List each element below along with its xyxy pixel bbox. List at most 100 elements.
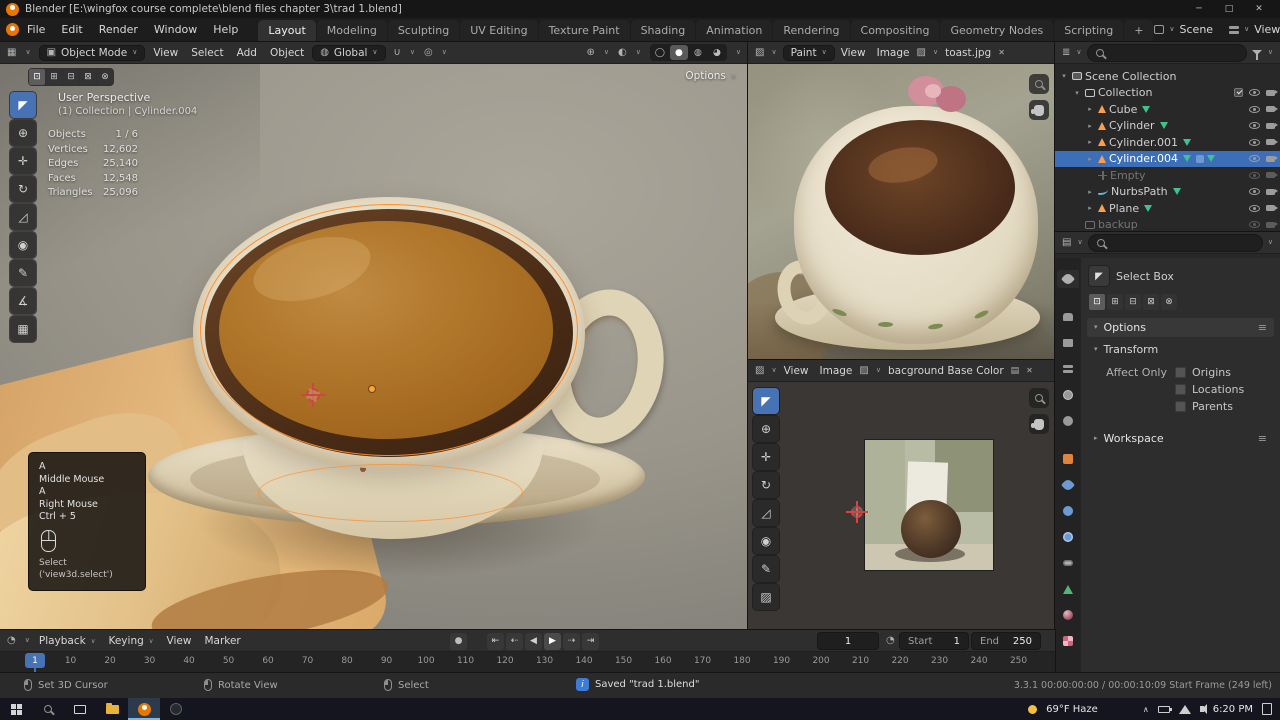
timeline-menu[interactable]: Keying xyxy=(108,635,153,647)
move-tool[interactable]: ✛ xyxy=(753,444,779,470)
workspace-tab[interactable]: Sculpting xyxy=(387,19,460,42)
shading-solid[interactable]: ● xyxy=(669,45,688,60)
paint-mode-dropdown[interactable]: Paint ∨ xyxy=(783,45,834,60)
panel-menu-icon[interactable]: ≡ xyxy=(1258,432,1267,445)
zoom-button[interactable] xyxy=(1029,74,1049,94)
pack-image-button[interactable]: ▤ xyxy=(1011,366,1020,376)
2d-cursor[interactable] xyxy=(846,501,868,523)
mode-dropdown[interactable]: ▣ Object Mode ∨ xyxy=(39,45,145,60)
workspace-tab[interactable]: Animation xyxy=(696,19,773,42)
checkbox[interactable] xyxy=(1175,401,1186,412)
scene-selector[interactable]: ∨ Scene xyxy=(1154,23,1213,36)
hide-viewport-toggle[interactable] xyxy=(1249,221,1260,229)
workspace-tab[interactable]: Modeling xyxy=(316,19,387,42)
current-frame-field[interactable]: 1 xyxy=(818,633,878,649)
expand-toggle[interactable]: ▸ xyxy=(1085,122,1095,130)
select-mode-new[interactable]: ⊡ xyxy=(29,69,45,85)
select-mode-extend[interactable]: ⊞ xyxy=(46,69,62,85)
outliner-item[interactable]: Empty xyxy=(1055,167,1280,184)
disable-render-toggle[interactable] xyxy=(1266,89,1278,96)
outliner-item[interactable]: ▾ Collection xyxy=(1055,85,1280,102)
outliner-item[interactable]: ▸ Cube xyxy=(1055,101,1280,118)
start-button[interactable] xyxy=(0,698,32,720)
tab-output[interactable] xyxy=(1057,334,1079,352)
minimize-button[interactable]: ─ xyxy=(1184,0,1214,18)
clock[interactable]: 6:20 PM xyxy=(1213,704,1253,715)
hide-viewport-toggle[interactable] xyxy=(1249,138,1260,146)
tab-scene[interactable] xyxy=(1057,386,1079,404)
unlink-image-button[interactable]: ✕ xyxy=(1026,366,1033,375)
outliner-item[interactable]: ▸ NurbsPath xyxy=(1055,184,1280,201)
workspace-panel-header[interactable]: ▸ Workspace ≡ xyxy=(1087,429,1274,448)
tab-physics[interactable] xyxy=(1057,528,1079,546)
weather-text[interactable]: 69°F Haze xyxy=(1046,704,1098,715)
workspace-tab[interactable]: Rendering xyxy=(773,19,850,42)
play-reverse-button[interactable]: ◀ xyxy=(525,632,542,650)
properties-search[interactable] xyxy=(1088,234,1262,251)
disable-render-toggle[interactable] xyxy=(1266,122,1278,129)
rotate-tool[interactable]: ↻ xyxy=(753,472,779,498)
collection-checkbox[interactable] xyxy=(1234,88,1243,98)
outliner-item[interactable]: backup xyxy=(1055,217,1280,233)
hide-viewport-toggle[interactable] xyxy=(1249,204,1260,212)
disable-render-toggle[interactable] xyxy=(1266,205,1278,212)
tab-tool[interactable] xyxy=(1057,270,1079,288)
blender-taskbar-button[interactable] xyxy=(128,698,160,720)
workspace-tab[interactable]: + xyxy=(1124,19,1154,42)
expand-toggle[interactable]: ▸ xyxy=(1085,105,1095,113)
annotate-tool[interactable]: ✎ xyxy=(753,556,779,582)
transform-tool[interactable]: ◉ xyxy=(753,528,779,554)
image-menu-item[interactable]: Image xyxy=(820,365,853,377)
proportional-edit-icon[interactable]: ◎ xyxy=(424,47,433,58)
wifi-icon[interactable] xyxy=(1178,704,1191,714)
checkbox[interactable] xyxy=(1175,384,1186,395)
scale-tool[interactable]: ◿ xyxy=(10,204,36,230)
editor-type-icon[interactable]: ▨ xyxy=(755,47,764,58)
disable-render-toggle[interactable] xyxy=(1266,139,1278,146)
expand-toggle[interactable]: ▸ xyxy=(1085,138,1095,146)
select-mode-intersect[interactable]: ⊗ xyxy=(1161,294,1177,310)
tab-object-data[interactable] xyxy=(1057,580,1079,598)
viewport-menu-item[interactable]: Object xyxy=(270,47,304,59)
image-menu-item[interactable]: View xyxy=(784,365,809,377)
hide-viewport-toggle[interactable] xyxy=(1249,171,1260,179)
auto-keying-button[interactable]: ● xyxy=(450,632,467,650)
tray-expand-icon[interactable]: ∧ xyxy=(1143,705,1149,714)
annotate-tool[interactable]: ✎ xyxy=(10,260,36,286)
orientation-dropdown[interactable]: ◍ Global ∨ xyxy=(313,45,385,60)
expand-toggle[interactable]: ▸ xyxy=(1085,204,1095,212)
editor-type-icon[interactable]: ▤ xyxy=(1062,237,1071,248)
outliner-search[interactable] xyxy=(1087,44,1246,61)
end-frame-field[interactable]: End 250 xyxy=(972,633,1040,649)
menu-item[interactable]: File xyxy=(19,20,53,39)
editor-type-icon[interactable]: ▨ xyxy=(755,365,764,376)
battery-icon[interactable] xyxy=(1157,705,1172,713)
timeline-menu[interactable]: Marker xyxy=(204,635,240,647)
image-datablock-icon[interactable]: ▨ xyxy=(917,47,926,58)
tab-world[interactable] xyxy=(1057,412,1079,430)
select-mode-intersect[interactable]: ⊗ xyxy=(97,69,113,85)
outliner-item[interactable]: ▸ Cylinder.004 xyxy=(1055,150,1280,167)
notification-center-icon[interactable] xyxy=(1262,703,1272,715)
filter-icon[interactable] xyxy=(1251,50,1262,60)
menu-item[interactable]: Edit xyxy=(53,20,90,39)
close-button[interactable]: ✕ xyxy=(1244,0,1274,18)
expand-toggle[interactable]: ▸ xyxy=(1085,188,1095,196)
tab-material[interactable] xyxy=(1057,606,1079,624)
scale-tool[interactable]: ◿ xyxy=(753,500,779,526)
reference-image-canvas[interactable] xyxy=(748,64,1055,360)
add-cube-tool[interactable]: ▦ xyxy=(10,316,36,342)
rotate-tool[interactable]: ↻ xyxy=(10,176,36,202)
viewport-menu-item[interactable]: View xyxy=(153,47,178,59)
options-panel-header[interactable]: ▾ Options ≡ xyxy=(1087,318,1274,337)
transform-section-header[interactable]: ▾ Transform xyxy=(1087,341,1274,358)
blender-menu-icon[interactable] xyxy=(6,23,19,36)
tab-particles[interactable] xyxy=(1057,502,1079,520)
viewport-canvas[interactable]: ⊡ ⊞ ⊟ ⊠ ⊗ Options ∨ ◤ ⊕ ✛ ↻ ◿ ◉ ✎ ∡ ▦ User Perspecti… xyxy=(0,64,748,630)
outliner-item[interactable]: ▾ Scene Collection xyxy=(1055,68,1280,85)
sample-tool[interactable]: ▨ xyxy=(753,584,779,610)
view-layer-selector[interactable]: ∨ ViewLayer xyxy=(1229,23,1280,36)
editor-type-icon[interactable]: ◔ xyxy=(7,635,16,646)
pan-button[interactable] xyxy=(1029,100,1049,120)
hide-viewport-toggle[interactable] xyxy=(1249,188,1260,196)
